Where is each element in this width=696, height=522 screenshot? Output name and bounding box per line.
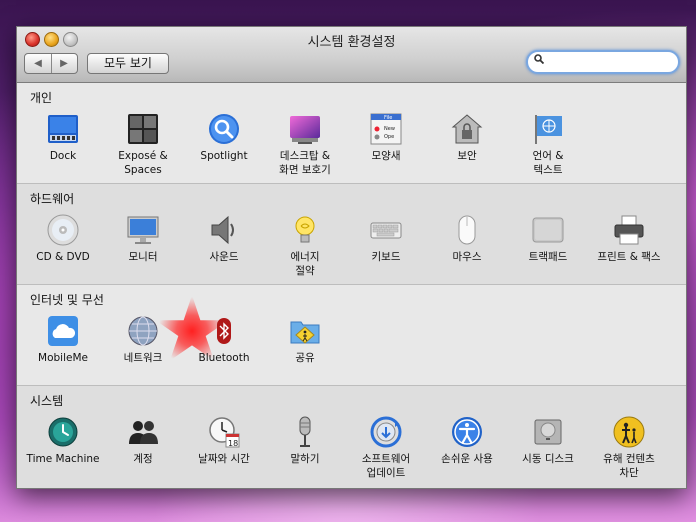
pref-sharing[interactable]: 공유 [257,315,353,365]
cloud-icon [47,315,79,347]
forward-button[interactable]: ▶ [51,54,77,73]
printer-icon [613,214,645,246]
back-button[interactable]: ◀ [25,54,52,73]
accessibility-icon [451,416,483,448]
keyboard-icon [370,214,402,246]
section-system: 시스템 Time Machine 계정 18 날짜와 시간 말하기 소프트웨어 … [17,386,686,488]
bluetooth-icon [208,315,240,347]
microphone-icon [289,416,321,448]
section-hardware: 하드웨어 CD & DVD 모니터 사운드 에너지 절약 키보드 마우스 트랙패… [17,184,686,285]
section-personal: 개인 Dock Exposé & Spaces Spotlight 데스크탑 &… [17,83,686,184]
mouse-icon [451,214,483,246]
spotlight-icon [208,113,240,145]
globe-icon [127,315,159,347]
pref-label: 공유 [295,352,315,364]
clock-calendar-icon: 18 [208,416,240,448]
disc-icon [47,214,79,246]
pref-label: 프린트 & 팩스 [597,251,661,263]
expose-spaces-icon [127,113,159,145]
toolbar: 시스템 환경설정 ◀ ▶ 모두 보기 [17,27,686,83]
pref-parental-controls[interactable]: 유해 컨텐츠 차단 [581,416,677,480]
calendar-day-text: 18 [228,439,238,448]
appearance-new-text: New [384,126,395,132]
appearance-file-text: File [384,115,392,121]
un-flag-icon [532,113,564,145]
system-preferences-window: 시스템 환경설정 ◀ ▶ 모두 보기 개인 Dock Exposé & Spac… [16,26,687,489]
pref-label: 유해 컨텐츠 차단 [603,453,655,479]
house-lock-icon [451,113,483,145]
trackpad-icon [532,214,564,246]
search-icon [534,54,544,64]
show-all-button[interactable]: 모두 보기 [87,53,169,74]
search-field[interactable] [526,50,680,74]
users-icon [127,416,159,448]
appearance-icon: File New Ope [370,113,402,145]
monitor-icon [127,214,159,246]
speaker-icon [208,214,240,246]
software-update-icon [370,416,402,448]
hard-disk-icon [532,416,564,448]
navigation-buttons: ◀ ▶ [24,53,78,74]
window-title: 시스템 환경설정 [307,35,396,50]
dock-icon [47,113,79,145]
section-title: 하드웨어 [30,192,75,206]
parental-controls-icon [613,416,645,448]
section-title: 시스템 [30,394,64,408]
time-machine-icon [47,416,79,448]
pref-language-text[interactable]: 언어 & 텍스트 [500,113,596,177]
sharing-folder-icon [289,315,321,347]
section-internet-wireless: 인터넷 및 무선 MobileMe 네트워크 Bluetooth 공유 [17,285,686,386]
desktop-screensaver-icon [289,113,321,145]
section-title: 인터넷 및 무선 [30,293,104,307]
appearance-open-text: Ope [384,134,394,140]
section-title: 개인 [30,91,53,105]
lightbulb-icon [289,214,321,246]
pref-label: 언어 & 텍스트 [532,150,564,176]
pref-print-fax[interactable]: 프린트 & 팩스 [581,214,677,264]
